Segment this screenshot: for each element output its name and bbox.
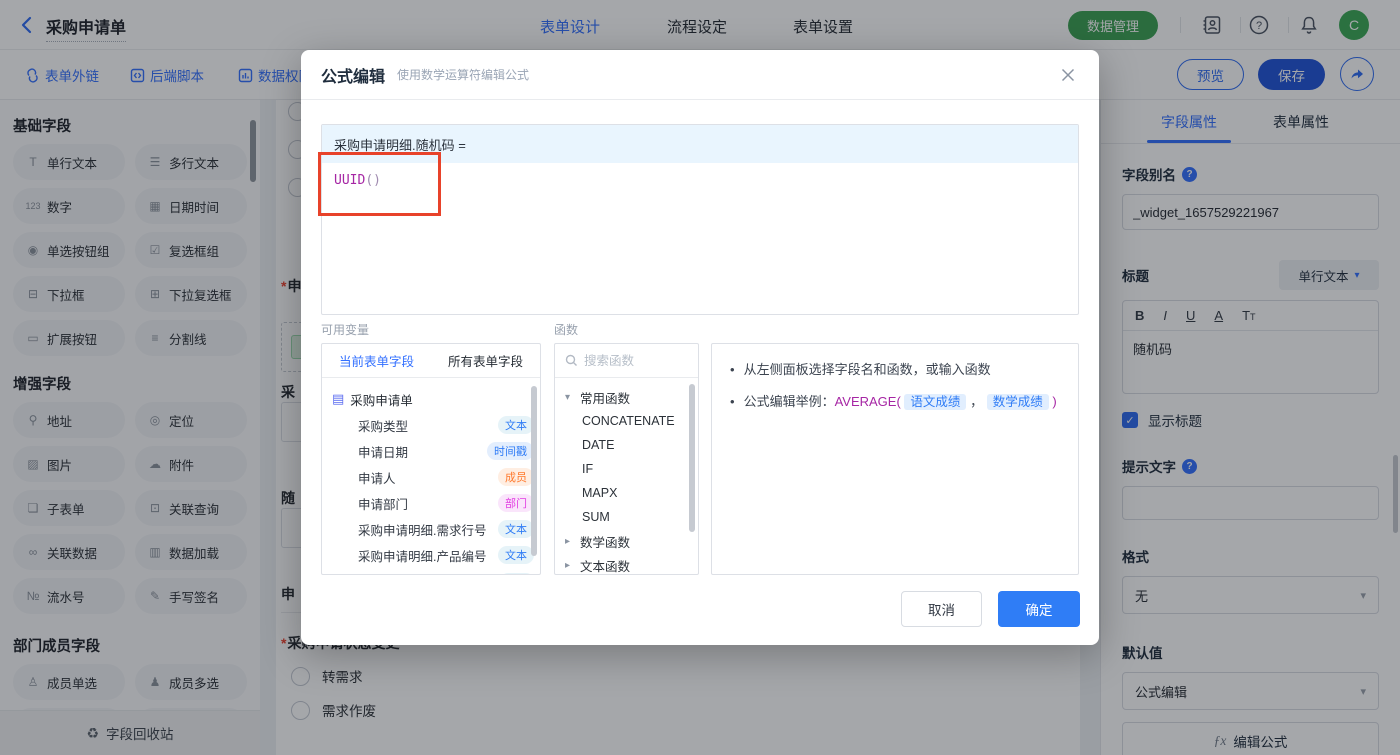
help-tip-1: • 从左侧面板选择字段名和函数，或输入函数	[730, 360, 1060, 380]
variable-name: 申请日期	[358, 445, 409, 460]
comma: ，	[970, 394, 984, 409]
chevron-right-icon: ▸	[565, 559, 571, 571]
type-badge: 文本	[498, 416, 534, 434]
variable-row[interactable]: 申请日期 时间戳	[332, 438, 534, 464]
group-label: 数学函数	[580, 535, 631, 550]
example-close-paren: )	[1052, 394, 1057, 409]
formula-target: 采购申请明细.随机码 =	[322, 125, 1078, 163]
formula-parens: ()	[365, 173, 381, 188]
type-badge: 部门	[498, 494, 534, 512]
chevron-right-icon: ▸	[565, 535, 571, 547]
example-function: AVERAGE(	[834, 394, 901, 409]
bullet: •	[730, 394, 735, 409]
tree-root-row[interactable]: ▤ 采购申请单	[332, 386, 534, 412]
function-item[interactable]: CONCATENATE	[565, 409, 692, 433]
variables-section-label: 可用变量	[321, 323, 370, 337]
variable-row[interactable]: 采购类型 文本	[332, 412, 534, 438]
tip-text: 公式编辑举例：AVERAGE( 语文成绩 ， 数学成绩 )	[744, 392, 1057, 412]
variable-name: 申请人	[358, 471, 396, 486]
dialog-footer: 取消 确定	[301, 591, 1099, 627]
tab-all-form-fields[interactable]: 所有表单字段	[431, 351, 540, 370]
functions-section-label: 函数	[554, 323, 579, 337]
variables-scrollbar[interactable]	[531, 386, 537, 556]
function-search[interactable]	[555, 344, 698, 378]
variable-name: 采购申请明细.需求行号	[358, 523, 487, 538]
variable-row-clipped[interactable]	[332, 568, 534, 574]
root-form-name: 采购申请单	[350, 393, 413, 408]
app-window: 采购申请单 表单设计 流程设定 表单设置 数据管理 ? C 表单外链 后端脚本 …	[0, 0, 1400, 755]
variable-row[interactable]: 采购申请明细.需求行号 文本	[332, 516, 534, 542]
variable-name: 申请部门	[358, 497, 409, 512]
tip-text: 从左侧面板选择字段名和函数，或输入函数	[743, 362, 991, 377]
search-icon	[565, 354, 577, 366]
variables-panel: 当前表单字段 所有表单字段 ▤ 采购申请单 采购类型 文本 申请日期 时间戳 申请人…	[321, 343, 541, 575]
function-search-input[interactable]	[584, 353, 674, 368]
functions-tree: ▾ 常用函数 CONCATENATE DATE IF MAPX SUM ▸ 数学函数…	[555, 378, 698, 574]
example-prefix: 公式编辑举例：	[743, 394, 835, 409]
formula-input-area[interactable]: UUID()	[322, 163, 1078, 198]
functions-scrollbar[interactable]	[689, 384, 695, 532]
variable-name: 采购类型	[358, 419, 409, 434]
functions-panel: ▾ 常用函数 CONCATENATE DATE IF MAPX SUM ▸ 数学函数…	[554, 343, 699, 575]
type-badge: 成员	[498, 468, 534, 486]
dialog-subtitle: 使用数学运算符编辑公式	[397, 68, 530, 82]
dialog-header: 公式编辑 使用数学运算符编辑公式	[301, 50, 1099, 100]
formula-function: UUID	[334, 173, 366, 188]
type-badge: 时间戳	[487, 442, 534, 460]
confirm-button[interactable]: 确定	[998, 591, 1080, 627]
formula-editor[interactable]: 采购申请明细.随机码 = UUID()	[321, 124, 1079, 315]
function-group-math[interactable]: ▸ 数学函数	[565, 529, 692, 553]
field-chip: 语文成绩	[904, 394, 967, 410]
chevron-down-icon: ▾	[565, 391, 571, 403]
close-icon[interactable]	[1055, 62, 1081, 88]
group-label: 文本函数	[580, 559, 631, 574]
tab-current-form-fields[interactable]: 当前表单字段	[322, 351, 431, 370]
type-badge: 文本	[498, 546, 534, 564]
help-tip-2: • 公式编辑举例：AVERAGE( 语文成绩 ， 数学成绩 )	[730, 392, 1060, 412]
type-badge-clipped	[500, 573, 534, 574]
function-item[interactable]: DATE	[565, 433, 692, 457]
type-badge: 文本	[498, 520, 534, 538]
function-group-common[interactable]: ▾ 常用函数	[565, 385, 692, 409]
variables-tabs: 当前表单字段 所有表单字段	[322, 344, 540, 378]
help-panel: • 从左侧面板选择字段名和函数，或输入函数 • 公式编辑举例：AVERAGE( …	[711, 343, 1079, 575]
function-item[interactable]: MAPX	[565, 481, 692, 505]
function-item[interactable]: IF	[565, 457, 692, 481]
bullet: •	[730, 362, 735, 377]
variable-row[interactable]: 采购申请明细.产品编号 文本	[332, 542, 534, 568]
formula-edit-dialog: 公式编辑 使用数学运算符编辑公式 采购申请明细.随机码 = UUID() 可用变…	[301, 50, 1099, 645]
dialog-title: 公式编辑	[321, 68, 386, 86]
variable-row[interactable]: 申请人 成员	[332, 464, 534, 490]
function-item[interactable]: SUM	[565, 505, 692, 529]
variable-name: 采购申请明细.产品编号	[358, 549, 487, 564]
function-group-text[interactable]: ▸ 文本函数	[565, 553, 692, 574]
variable-row[interactable]: 申请部门 部门	[332, 490, 534, 516]
form-doc-icon: ▤	[332, 391, 345, 406]
variables-tree: ▤ 采购申请单 采购类型 文本 申请日期 时间戳 申请人 成员 申请部门 部门 采购申请…	[322, 378, 540, 574]
field-chip: 数学成绩	[986, 394, 1049, 410]
group-label: 常用函数	[580, 391, 631, 406]
cancel-button[interactable]: 取消	[901, 591, 982, 627]
